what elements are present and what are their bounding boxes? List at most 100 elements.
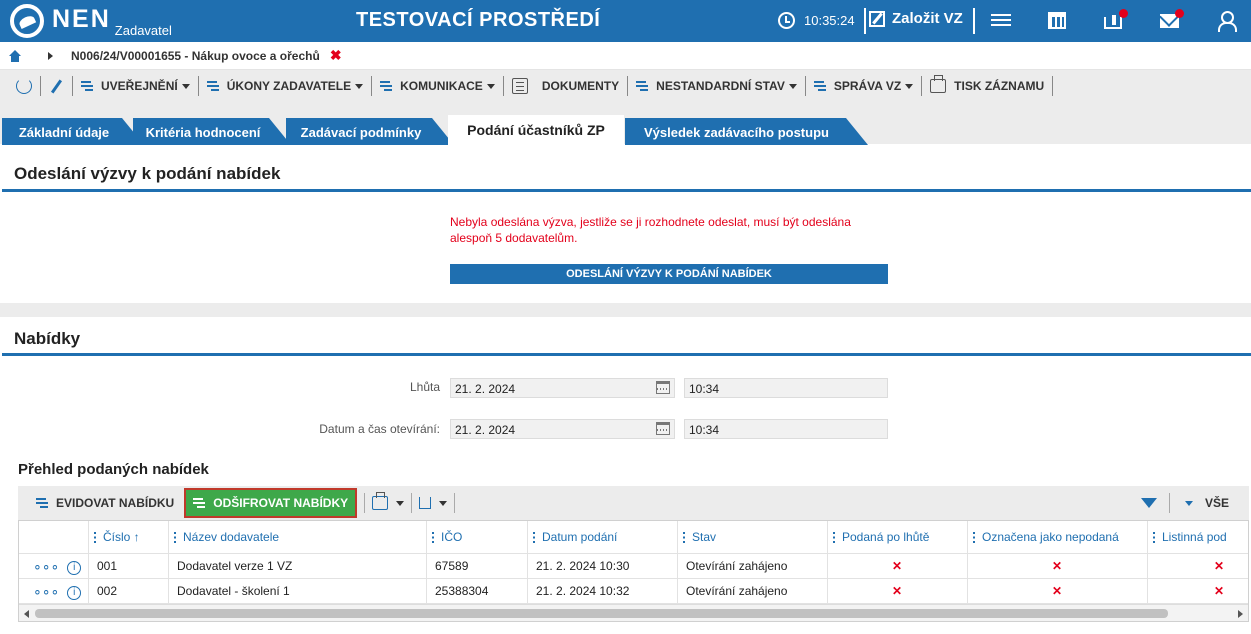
column-menu-icon[interactable] [533, 532, 535, 543]
column-menu-icon[interactable] [683, 532, 685, 543]
column-header-listinna[interactable]: Listinná pod [1148, 521, 1248, 554]
list-icon [193, 496, 207, 510]
opening-time-field[interactable]: 10:34 [684, 419, 888, 439]
cross-icon: ✕ [828, 554, 968, 578]
menu-uverejneni[interactable]: UVEŘEJNĚNÍ [81, 79, 190, 93]
column-header-po-lhute[interactable]: Podaná po lhůtě [828, 521, 968, 554]
column-header-datum[interactable]: Datum podání [528, 521, 678, 554]
calendar-icon[interactable] [1048, 12, 1066, 29]
caret-down-icon [439, 500, 448, 506]
opening-date-field[interactable]: 21. 2. 2024 [450, 419, 675, 439]
toolbar-divider [72, 76, 73, 96]
close-icon[interactable]: ✖ [330, 47, 342, 64]
tab-podani-ucastniku[interactable]: Podání účastníků ZP [448, 115, 624, 145]
refresh-icon[interactable] [16, 78, 32, 94]
info-icon[interactable]: i [67, 585, 82, 600]
column-menu-icon[interactable] [1153, 532, 1155, 543]
section-divider [2, 189, 1251, 192]
toolbar-divider [804, 76, 806, 96]
calendar-icon[interactable] [656, 381, 670, 394]
deadline-time-field[interactable]: 10:34 [684, 378, 888, 398]
cell-cislo: 002 [89, 579, 169, 603]
calendar-icon[interactable] [656, 422, 670, 435]
column-menu-icon[interactable] [973, 532, 975, 543]
column-menu-icon[interactable] [432, 532, 434, 543]
menu-label: UVEŘEJNĚNÍ [101, 79, 178, 93]
opening-date-value: 21. 2. 2024 [455, 423, 516, 437]
menu-nestandardni-stav[interactable]: NESTANDARDNÍ STAV [636, 79, 797, 93]
deadline-date-field[interactable]: 21. 2. 2024 [450, 378, 675, 398]
clock-icon [778, 12, 795, 29]
info-icon[interactable]: i [67, 560, 82, 575]
create-vz-button[interactable]: Založit VZ [869, 10, 963, 27]
tab-zakladni-udaje[interactable]: Základní údaje [2, 118, 144, 145]
register-offer-button[interactable]: EVIDOVAT NABÍDKU [36, 496, 174, 510]
inbox-icon[interactable] [1104, 15, 1122, 29]
breadcrumb-item[interactable]: N006/24/V00001655 - Nákup ovoce a ořechů [71, 49, 320, 63]
column-menu-icon[interactable] [833, 532, 835, 543]
column-header-ico[interactable]: IČO [427, 521, 528, 554]
cell-ico: 25388304 [427, 579, 528, 603]
decrypt-offers-button[interactable]: ODŠIFROVAT NABÍDKY [184, 488, 358, 518]
list-icon [813, 79, 828, 93]
menu-tisk-zaznamu[interactable]: TISK ZÁZNAMU [930, 75, 1045, 93]
send-invitation-button[interactable]: ODESLÁNÍ VÝZVY K PODÁNÍ NABÍDEK [450, 264, 888, 284]
chevron-right-icon [48, 51, 53, 60]
caret-down-icon [905, 83, 914, 89]
horizontal-scrollbar[interactable] [19, 604, 1248, 621]
cell-ico: 67589 [427, 554, 528, 578]
column-header-nazev[interactable]: Název dodavatele [169, 521, 427, 554]
menu-icon[interactable] [991, 11, 1011, 31]
column-header-cislo[interactable]: Číslo ↑ [89, 521, 169, 554]
create-vz-label: Založit VZ [892, 10, 963, 27]
grid-toolbar: EVIDOVAT NABÍDKU ODŠIFROVAT NABÍDKY VŠE [18, 486, 1249, 520]
caret-down-icon [788, 83, 797, 89]
filter-icon[interactable] [1140, 498, 1157, 508]
list-icon [81, 79, 95, 93]
toolbar-divider [411, 493, 413, 513]
opening-label: Datum a čas otevírání: [319, 422, 440, 436]
scroll-left-icon[interactable] [24, 610, 29, 618]
action-toolbar: UVEŘEJNĚNÍ ÚKONY ZADAVATELE KOMUNIKACE D… [0, 70, 1251, 102]
section-title-sending: Odeslání výzvy k podání nabídek [14, 164, 281, 183]
toolbar-divider [921, 76, 923, 96]
tab-zadavaci-podminky[interactable]: Zadávací podmínky [286, 118, 454, 145]
environment-title: TESTOVACÍ PROSTŘEDÍ [356, 9, 601, 31]
view-all-dropdown[interactable]: VŠE [1184, 496, 1229, 510]
cross-icon: ✕ [1148, 579, 1248, 603]
list-icon [36, 496, 50, 510]
menu-sprava-vz[interactable]: SPRÁVA VZ [813, 79, 914, 93]
pencil-icon[interactable] [50, 78, 63, 94]
column-menu-icon[interactable] [94, 532, 96, 543]
document-icon [511, 78, 528, 94]
nen-logo[interactable]: NEN Zadavatel [10, 4, 172, 38]
scrollbar-thumb[interactable] [35, 609, 1168, 618]
more-icon[interactable]: ∘∘∘ [33, 558, 59, 574]
cross-icon: ✕ [828, 579, 968, 603]
tab-vysledek-zadavaciho-postupu[interactable]: Výsledek zadávacího postupu [625, 118, 868, 145]
more-icon[interactable]: ∘∘∘ [33, 583, 59, 599]
table-row[interactable]: ∘∘∘ i 001 Dodavatel verze 1 VZ 67589 21. … [19, 554, 1248, 579]
export-menu-button[interactable] [419, 497, 448, 509]
user-icon[interactable] [1216, 11, 1237, 32]
scroll-right-icon[interactable] [1238, 610, 1243, 618]
table-row[interactable]: ∘∘∘ i 002 Dodavatel - školení 1 25388304 … [19, 579, 1248, 604]
home-icon[interactable] [9, 49, 21, 62]
print-menu-button[interactable] [372, 492, 405, 510]
warning-message: Nebyla odeslána výzva, jestliže se ji ro… [450, 215, 851, 245]
column-menu-icon[interactable] [174, 532, 176, 543]
mail-notification-dot [1175, 9, 1184, 18]
menu-komunikace[interactable]: KOMUNIKACE [380, 79, 495, 93]
deadline-label: Lhůta [409, 380, 440, 394]
tab-kriteria-hodnoceni[interactable]: Kritéria hodnocení [133, 118, 291, 145]
menu-label: TISK ZÁZNAMU [954, 79, 1045, 93]
menu-dokumenty[interactable]: DOKUMENTY [511, 78, 620, 94]
menu-label: DOKUMENTY [541, 79, 620, 93]
menu-label: SPRÁVA VZ [833, 79, 902, 93]
menu-ukony-zadavatele[interactable]: ÚKONY ZADAVATELE [206, 79, 364, 93]
column-header-nepodana[interactable]: Označena jako nepodaná [968, 521, 1148, 554]
list-icon [636, 79, 650, 93]
column-header-stav[interactable]: Stav [678, 521, 828, 554]
cell-stav: Otevírání zahájeno [678, 579, 828, 603]
offers-overview-title: Přehled podaných nabídek [18, 461, 209, 478]
